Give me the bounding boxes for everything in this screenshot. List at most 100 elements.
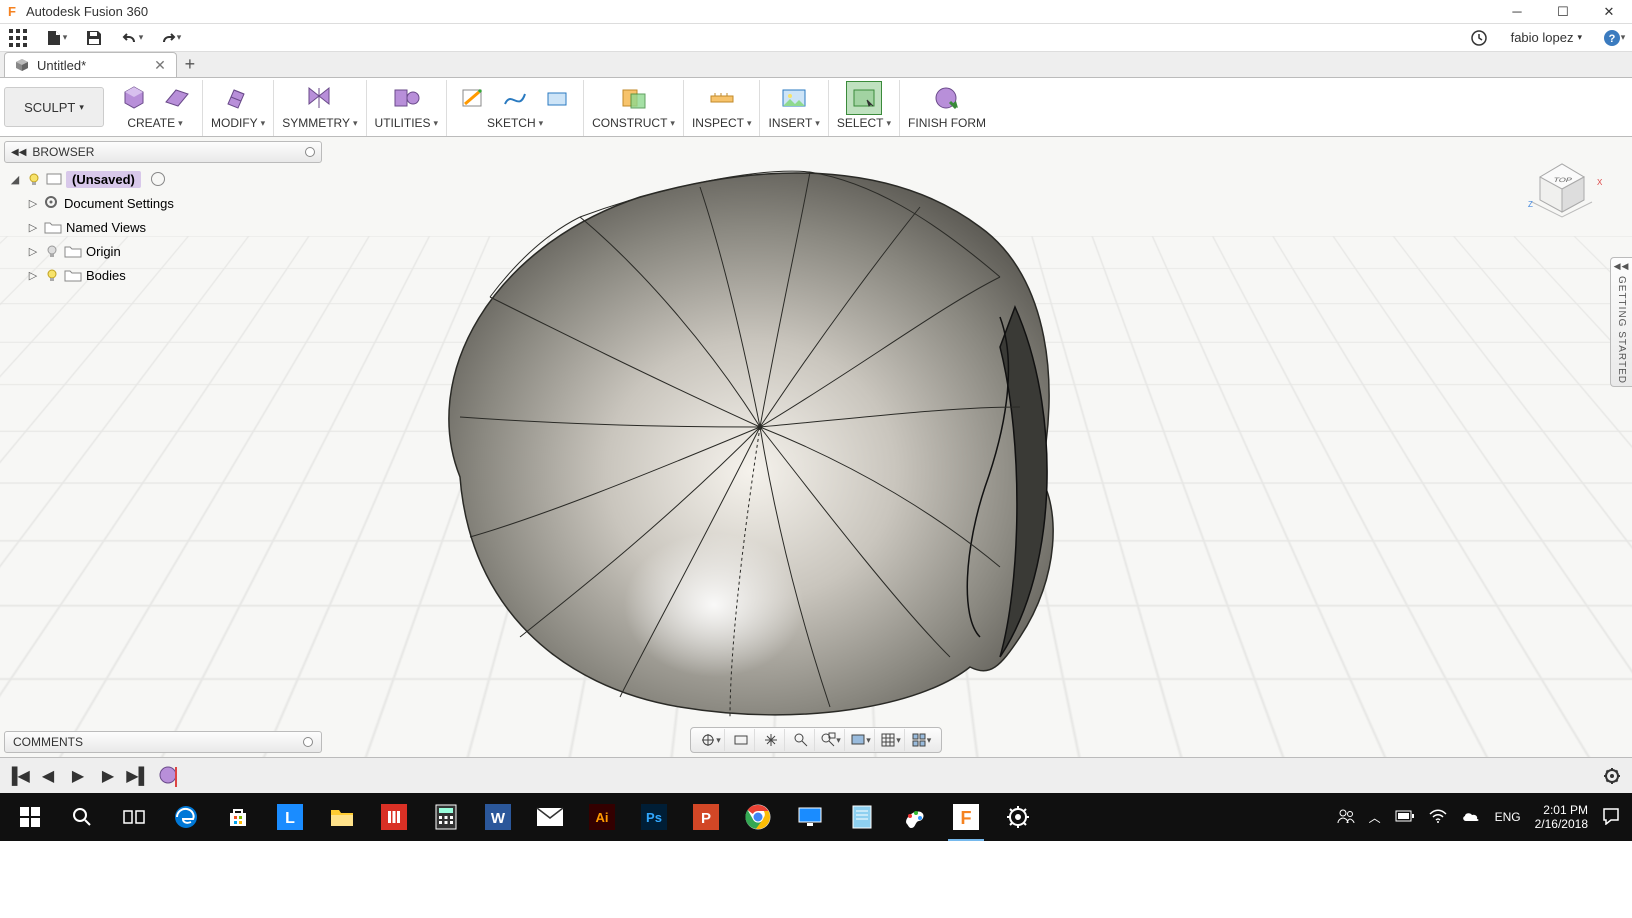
people-icon[interactable] (1337, 807, 1355, 828)
plane-tool-icon[interactable] (158, 81, 194, 115)
apps-grid-icon[interactable] (6, 26, 30, 50)
spline-icon[interactable] (497, 81, 533, 115)
construct-plane-icon[interactable] (616, 81, 652, 115)
timeline-prev-button[interactable]: ◀ (38, 766, 58, 786)
start-button[interactable] (4, 793, 56, 841)
clock[interactable]: 2:01 PM 2/16/2018 (1535, 803, 1588, 832)
tree-item[interactable]: ▷ Origin (4, 239, 322, 263)
browser-header[interactable]: ◀◀ BROWSER (4, 141, 322, 163)
tspline-body[interactable] (360, 147, 1100, 737)
finish-form-icon[interactable] (929, 81, 965, 115)
ribbon-label[interactable]: INSPECT▾ (692, 116, 752, 130)
tree-item[interactable]: ▷ Bodies (4, 263, 322, 287)
ribbon-label[interactable]: CREATE▾ (127, 116, 182, 130)
minimize-button[interactable]: ─ (1494, 0, 1540, 24)
chrome-icon[interactable] (732, 793, 784, 841)
notifications-icon[interactable] (1602, 807, 1620, 828)
panel-options-icon[interactable] (303, 737, 313, 747)
mail-icon[interactable] (524, 793, 576, 841)
onedrive-icon[interactable] (1461, 809, 1481, 826)
insert-image-icon[interactable] (776, 81, 812, 115)
sketch-icon[interactable] (455, 81, 491, 115)
select-tool-icon[interactable] (846, 81, 882, 115)
edge-browser-icon[interactable] (160, 793, 212, 841)
user-menu[interactable]: fabio lopez▾ (1505, 30, 1588, 45)
fusion360-taskbar-icon[interactable]: F (940, 793, 992, 841)
undo-button[interactable] (120, 26, 144, 50)
ribbon-label[interactable]: MODIFY▾ (211, 116, 265, 130)
getting-started-tab[interactable]: ◀◀ GETTING STARTED (1610, 257, 1632, 387)
app-icon-red[interactable] (368, 793, 420, 841)
ribbon-label[interactable]: CONSTRUCT▾ (592, 116, 675, 130)
collapse-icon[interactable]: ◀◀ (11, 147, 26, 158)
app-icon-l[interactable]: L (264, 793, 316, 841)
help-button[interactable]: ? (1602, 26, 1626, 50)
utilities-icon[interactable] (388, 81, 424, 115)
measure-icon[interactable] (704, 81, 740, 115)
expand-arrow-icon[interactable]: ▷ (26, 269, 40, 282)
language-indicator[interactable]: ENG (1495, 810, 1521, 824)
timeline-end-button[interactable]: ▶▌ (128, 766, 148, 786)
close-tab-icon[interactable]: ✕ (154, 57, 166, 74)
search-button[interactable] (56, 793, 108, 841)
notepad-icon[interactable] (836, 793, 888, 841)
timeline-feature-form[interactable] (158, 763, 178, 789)
paint-icon[interactable] (888, 793, 940, 841)
tree-root[interactable]: ◢ (Unsaved) (4, 167, 322, 191)
wifi-icon[interactable] (1429, 809, 1447, 826)
rectangle-icon[interactable] (539, 81, 575, 115)
save-button[interactable] (82, 26, 106, 50)
timeline-settings-button[interactable] (1600, 764, 1624, 788)
mirror-icon[interactable] (302, 81, 338, 115)
svg-text:W: W (491, 810, 506, 827)
document-tab[interactable]: Untitled* ✕ (4, 52, 177, 77)
settings-icon[interactable] (992, 793, 1044, 841)
app-icon-monitor[interactable] (784, 793, 836, 841)
word-icon[interactable]: W (472, 793, 524, 841)
view-cube[interactable]: TOP X Z (1522, 147, 1602, 227)
tree-item[interactable]: ▷ Document Settings (4, 191, 322, 215)
visibility-bulb-icon[interactable] (44, 267, 60, 283)
box-tool-icon[interactable] (116, 81, 152, 115)
comments-panel-header[interactable]: COMMENTS (4, 731, 322, 753)
expand-arrow-icon[interactable]: ▷ (26, 245, 40, 258)
expand-arrow-icon[interactable]: ▷ (26, 197, 40, 210)
photoshop-icon[interactable]: Ps (628, 793, 680, 841)
panel-options-icon[interactable] (305, 147, 315, 157)
file-explorer-icon[interactable] (316, 793, 368, 841)
ribbon-label[interactable]: SYMMETRY▾ (282, 116, 357, 130)
tray-chevron-icon[interactable]: ︿ (1369, 809, 1381, 826)
timeline-play-button[interactable]: ▶ (68, 766, 88, 786)
activate-radio-icon[interactable] (151, 172, 165, 186)
workspace-switcher[interactable]: SCULPT▾ (4, 87, 104, 127)
ribbon-label[interactable]: INSERT▾ (768, 116, 819, 130)
timeline-next-button[interactable]: ▶ (98, 766, 118, 786)
visibility-bulb-icon[interactable] (26, 171, 42, 187)
new-tab-button[interactable]: + (177, 52, 203, 77)
file-menu-button[interactable] (44, 26, 68, 50)
clock-date: 2/16/2018 (1535, 817, 1588, 831)
battery-icon[interactable] (1395, 810, 1415, 825)
visibility-bulb-icon[interactable] (44, 243, 60, 259)
ribbon-label[interactable]: SKETCH▾ (487, 116, 543, 130)
folder-icon (44, 220, 62, 234)
ribbon-label[interactable]: SELECT▾ (837, 116, 891, 130)
expand-arrow-icon[interactable]: ▷ (26, 221, 40, 234)
task-view-button[interactable] (108, 793, 160, 841)
close-button[interactable]: ✕ (1586, 0, 1632, 24)
document-tab-label: Untitled* (37, 58, 86, 73)
viewport[interactable]: ◀◀ BROWSER ◢ (Unsaved) ▷ Document Settin… (0, 137, 1632, 757)
illustrator-icon[interactable]: Ai (576, 793, 628, 841)
tree-item[interactable]: ▷ Named Views (4, 215, 322, 239)
redo-button[interactable] (158, 26, 182, 50)
job-status-icon[interactable] (1467, 26, 1491, 50)
maximize-button[interactable]: ☐ (1540, 0, 1586, 24)
powerpoint-icon[interactable]: P (680, 793, 732, 841)
collapse-arrow-icon[interactable]: ◢ (8, 173, 22, 186)
timeline-start-button[interactable]: ▐◀ (8, 766, 28, 786)
store-icon[interactable] (212, 793, 264, 841)
ribbon-label[interactable]: UTILITIES▾ (375, 116, 439, 130)
calculator-icon[interactable] (420, 793, 472, 841)
edit-form-icon[interactable] (220, 81, 256, 115)
tree-item-label: Named Views (66, 220, 146, 235)
